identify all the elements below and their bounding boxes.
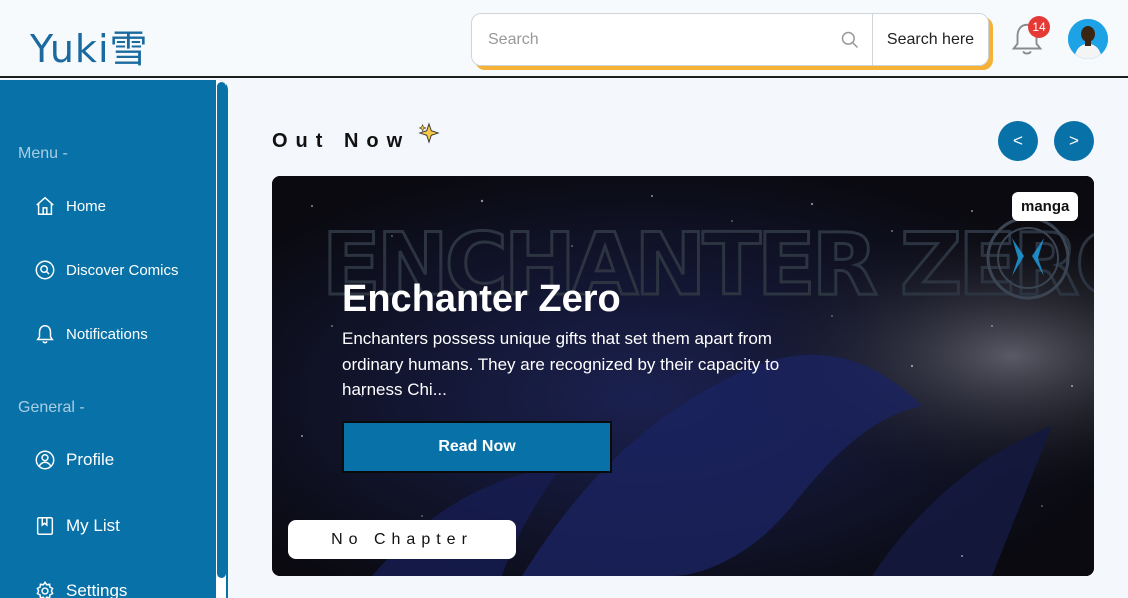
comic-description: Enchanters possess unique gifts that set… — [342, 329, 780, 399]
section-title: Out Now — [272, 130, 411, 152]
notification-count-badge: 14 — [1028, 16, 1050, 38]
sidebar-item-label: Discover Comics — [66, 261, 179, 279]
bell-icon — [36, 325, 54, 344]
sidebar-scrollbar-thumb[interactable] — [217, 82, 226, 578]
sidebar: Menu - Home Discover Comics Notification… — [0, 80, 228, 598]
featured-comic-banner[interactable]: ENCHANTER ZERO manga Enchanter Zero Ench… — [272, 176, 1094, 576]
comic-title: Enchanter Zero — [342, 278, 621, 320]
sidebar-item-label: Notifications — [66, 325, 148, 343]
profile-icon — [35, 450, 55, 470]
sidebar-item-settings[interactable]: Settings — [34, 580, 127, 598]
carousel-next-button[interactable]: > — [1054, 121, 1094, 161]
sidebar-item-discover-comics[interactable]: Discover Comics — [34, 259, 179, 281]
avatar-person-icon — [1068, 19, 1108, 59]
read-now-button[interactable]: Read Now — [342, 421, 612, 473]
sidebar-item-notifications[interactable]: Notifications — [34, 323, 148, 345]
sidebar-item-label: Home — [66, 197, 107, 215]
carousel-prev-button[interactable]: < — [998, 121, 1038, 161]
home-icon — [36, 196, 54, 215]
sparkle-icon — [418, 122, 440, 144]
search-icon — [841, 31, 859, 49]
settings-icon — [36, 580, 54, 598]
sidebar-item-label: My List — [66, 516, 120, 535]
sidebar-item-profile[interactable]: Profile — [34, 449, 114, 471]
search-button[interactable]: Search here — [872, 14, 988, 65]
chapter-label[interactable]: No Chapter — [288, 520, 516, 559]
comic-type-tag: manga — [1012, 192, 1079, 221]
app-logo[interactable]: Yuki雪 — [30, 18, 149, 73]
top-header: Yuki雪 Search here 14 — [0, 0, 1128, 78]
sidebar-item-label: Profile — [66, 450, 115, 469]
discover-icon — [35, 260, 55, 280]
search-bar: Search here — [471, 13, 989, 66]
sidebar-item-home[interactable]: Home — [34, 195, 106, 217]
avatar[interactable] — [1068, 19, 1108, 59]
list-icon — [36, 517, 54, 535]
general-section-label: General - — [18, 399, 85, 416]
sidebar-item-label: Settings — [66, 581, 128, 598]
menu-section-label: Menu - — [18, 145, 68, 162]
search-input[interactable] — [472, 14, 872, 65]
sidebar-item-my-list[interactable]: My List — [34, 515, 120, 537]
